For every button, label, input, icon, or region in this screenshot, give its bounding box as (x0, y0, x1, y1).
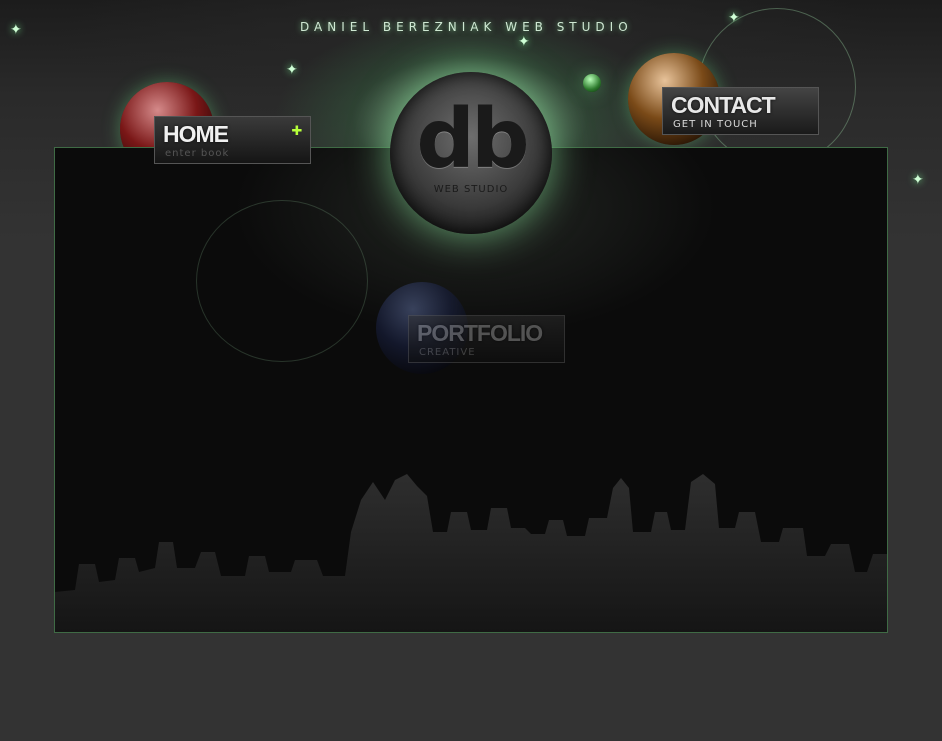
sparkle-icon: ✦ (286, 62, 298, 78)
sparkle-icon: ✦ (728, 10, 740, 26)
contact-nav-subtitle: GET IN TOUCH (673, 119, 758, 130)
plus-arrow-icon: ✚ (291, 124, 303, 139)
portfolio-nav-button[interactable]: PORTFOLIO CREATIVE (408, 315, 565, 363)
home-nav-title: HOME (163, 121, 229, 147)
contact-nav-button[interactable]: CONTACT GET IN TOUCH (662, 87, 819, 135)
home-nav-subtitle: enter book (165, 148, 230, 159)
portfolio-nav-subtitle: CREATIVE (419, 347, 476, 358)
city-skyline-image (55, 474, 887, 632)
home-nav-button[interactable]: HOME enter book ✚ (154, 116, 311, 164)
contact-nav-title: CONTACT (671, 92, 776, 118)
studio-title: DANIEL BEREZNIAK WEB STUDIO (300, 20, 633, 34)
green-orb (583, 74, 601, 92)
sparkle-icon: ✦ (518, 34, 530, 50)
sparkle-icon: ✦ (10, 22, 22, 38)
logo-subtitle: WEB STUDIO (433, 184, 509, 195)
logo-mark: db (416, 92, 529, 187)
sparkle-icon: ✦ (912, 172, 924, 188)
decorative-ring (196, 200, 368, 362)
studio-logo[interactable]: db WEB STUDIO (390, 72, 552, 234)
portfolio-nav-title: PORTFOLIO (417, 320, 543, 346)
